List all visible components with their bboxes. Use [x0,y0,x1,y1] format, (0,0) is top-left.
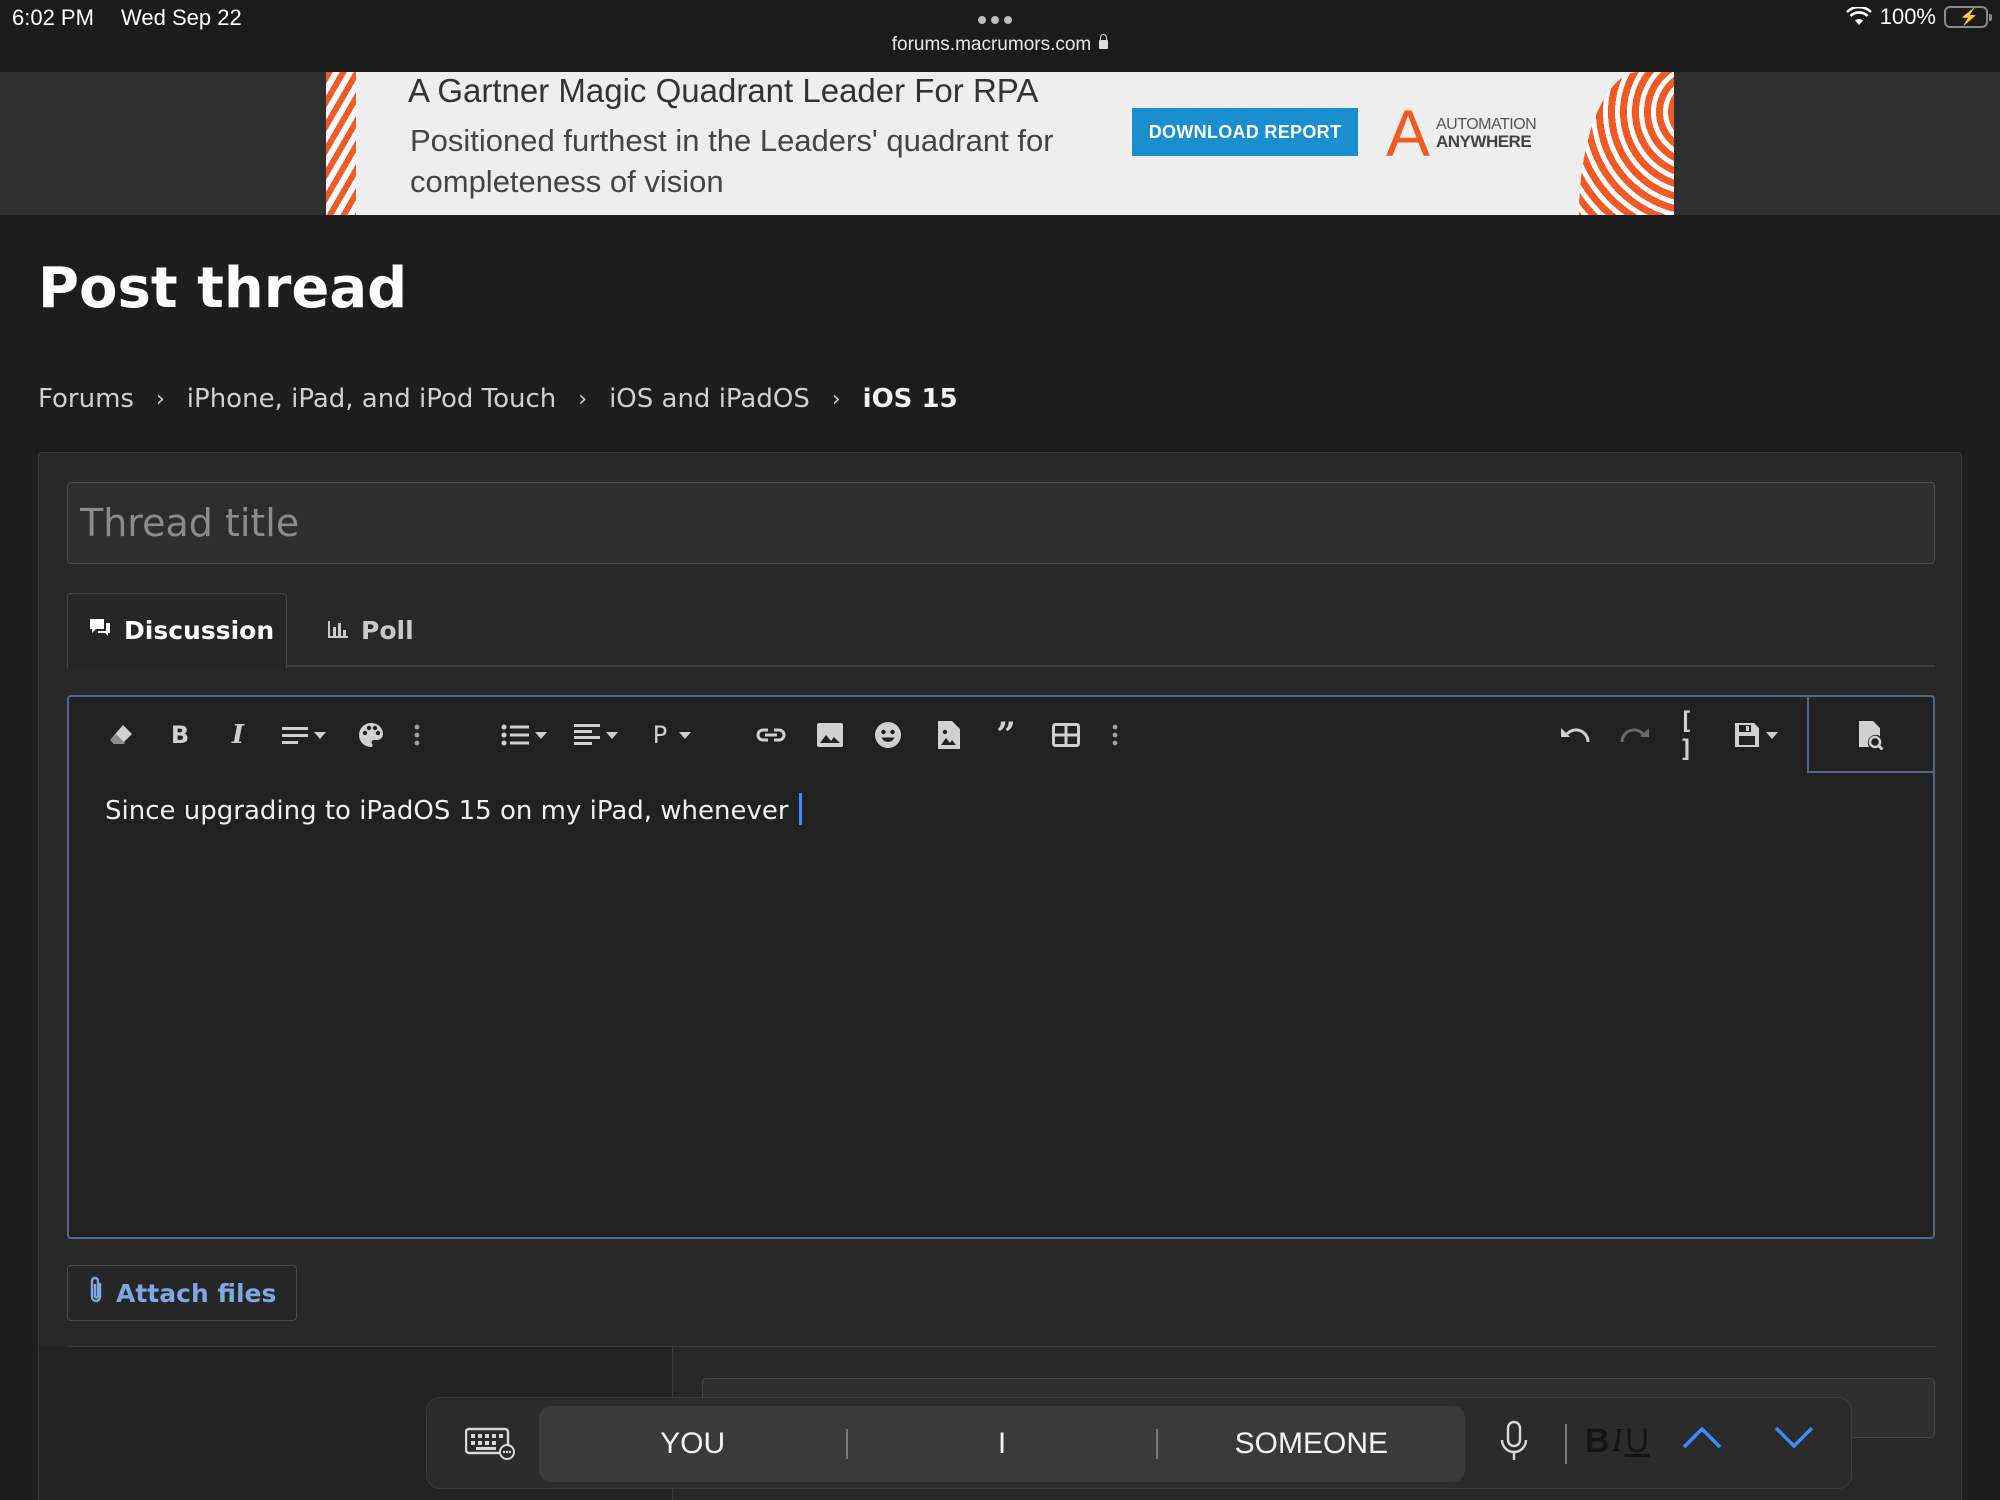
rich-text-editor[interactable]: B I P ” [] Since upgrading to iPadOS 15… [67,695,1935,1239]
paragraph-dropdown-icon[interactable]: P [647,717,697,753]
multitasking-dots-icon[interactable] [978,16,1012,24]
link-icon[interactable] [753,717,789,753]
thread-title-input[interactable] [67,482,1935,564]
chevron-right-icon: › [155,386,165,412]
eraser-icon[interactable] [103,717,139,753]
tab-poll-label: Poll [361,615,414,645]
suggestion-someone[interactable]: SOMEONE [1158,1427,1465,1461]
format-italic-glyph: I [1611,1422,1623,1459]
preview-toggle[interactable] [1807,697,1933,773]
chevron-down-icon[interactable] [1773,1424,1815,1454]
chevron-right-icon: › [578,386,588,412]
wifi-icon [1845,7,1872,27]
url-text: forums.macrumors.com [891,34,1092,55]
text-cursor [798,793,802,825]
more-vertical-icon[interactable] [407,717,427,753]
tab-poll[interactable]: Poll [307,593,434,667]
bar-chart-icon [327,616,349,645]
more-vertical-icon[interactable] [1105,717,1125,753]
page-title: Post thread [38,256,408,321]
format-biu-button[interactable]: BIU [1585,1422,1649,1461]
format-underline-glyph: U [1624,1422,1650,1460]
battery-icon: ⚡ [1944,6,1992,28]
address-bar[interactable]: forums.macrumors.com [0,34,2000,56]
attach-files-button[interactable]: Attach files [67,1265,297,1321]
attach-files-label: Attach files [116,1278,277,1308]
breadcrumb-forums[interactable]: Forums [38,384,134,414]
ad-download-button[interactable]: DOWNLOAD REPORT [1132,108,1358,156]
ad-strip: A Gartner Magic Quadrant Leader For RPA … [0,72,2000,215]
status-right: 100% ⚡ [1845,4,1992,30]
save-draft-dropdown-icon[interactable] [1729,717,1783,753]
ad-banner[interactable]: A Gartner Magic Quadrant Leader For RPA … [326,72,1674,215]
bold-icon[interactable]: B [165,717,195,753]
predictive-text-suggestions: YOU I SOMEONE [539,1406,1465,1482]
post-thread-panel: Discussion Poll B I [38,452,1962,1500]
chevron-up-icon[interactable] [1681,1424,1723,1454]
suggestion-i[interactable]: I [848,1427,1155,1461]
quote-icon[interactable]: ” [989,715,1023,755]
keyboard-icon[interactable] [464,1426,515,1464]
microphone-icon[interactable] [1499,1420,1529,1468]
status-time: 6:02 PM [12,5,94,30]
align-dropdown-icon[interactable] [569,717,623,753]
ad-stripe-graphic [326,72,356,215]
list-dropdown-icon[interactable] [497,717,551,753]
image-icon[interactable] [813,717,847,753]
tab-discussion[interactable]: Discussion [67,593,287,669]
bbcode-toggle-icon[interactable]: [ ] [1679,707,1709,763]
media-file-icon[interactable] [931,717,965,753]
breadcrumb-ios-ipados[interactable]: iOS and iPadOS [609,384,810,414]
chevron-right-icon: › [831,386,841,412]
ad-headline: A Gartner Magic Quadrant Leader For RPA [408,72,1039,109]
bar-separator [1565,1424,1567,1464]
suggestion-you[interactable]: YOU [539,1427,846,1461]
preview-document-icon [1853,717,1889,753]
status-date: Wed Sep 22 [121,5,242,30]
lock-icon [1099,34,1109,49]
breadcrumb: Forums › iPhone, iPad, and iPod Touch › … [38,384,958,414]
palette-icon[interactable] [355,717,387,753]
undo-icon[interactable] [1557,717,1593,753]
battery-percent: 100% [1879,4,1936,29]
text-style-dropdown-icon[interactable] [277,717,331,753]
editor-content[interactable]: Since upgrading to iPadOS 15 on my iPad,… [105,793,802,826]
speech-bubble-icon [88,616,112,645]
ad-swirl-graphic [1579,72,1674,215]
status-bar: 6:02 PM Wed Sep 22 forums.macrumors.com … [0,0,2000,72]
paperclip-icon [88,1275,104,1311]
breadcrumb-ios15[interactable]: iOS 15 [863,384,958,414]
emoji-icon[interactable] [871,717,905,753]
brand-line2: ANYWHERE [1436,132,1532,151]
post-type-tabs: Discussion Poll [67,593,1935,669]
breadcrumb-iphone-ipad[interactable]: iPhone, iPad, and iPod Touch [187,384,556,414]
table-icon[interactable] [1049,717,1083,753]
format-bold-glyph: B [1585,1422,1610,1460]
brand-a-icon: A [1386,96,1431,170]
ad-brand-logo: A AUTOMATION ANYWHERE [1386,98,1546,168]
keyboard-shortcut-bar: YOU I SOMEONE BIU [426,1397,1852,1489]
ad-subtext: Positioned furthest in the Leaders' quad… [410,123,1054,199]
editor-toolbar: B I P ” [] [69,697,1933,773]
redo-icon[interactable] [1617,717,1653,753]
italic-icon[interactable]: I [223,717,253,753]
editor-text: Since upgrading to iPadOS 15 on my iPad,… [105,796,797,826]
tab-discussion-label: Discussion [124,616,275,645]
